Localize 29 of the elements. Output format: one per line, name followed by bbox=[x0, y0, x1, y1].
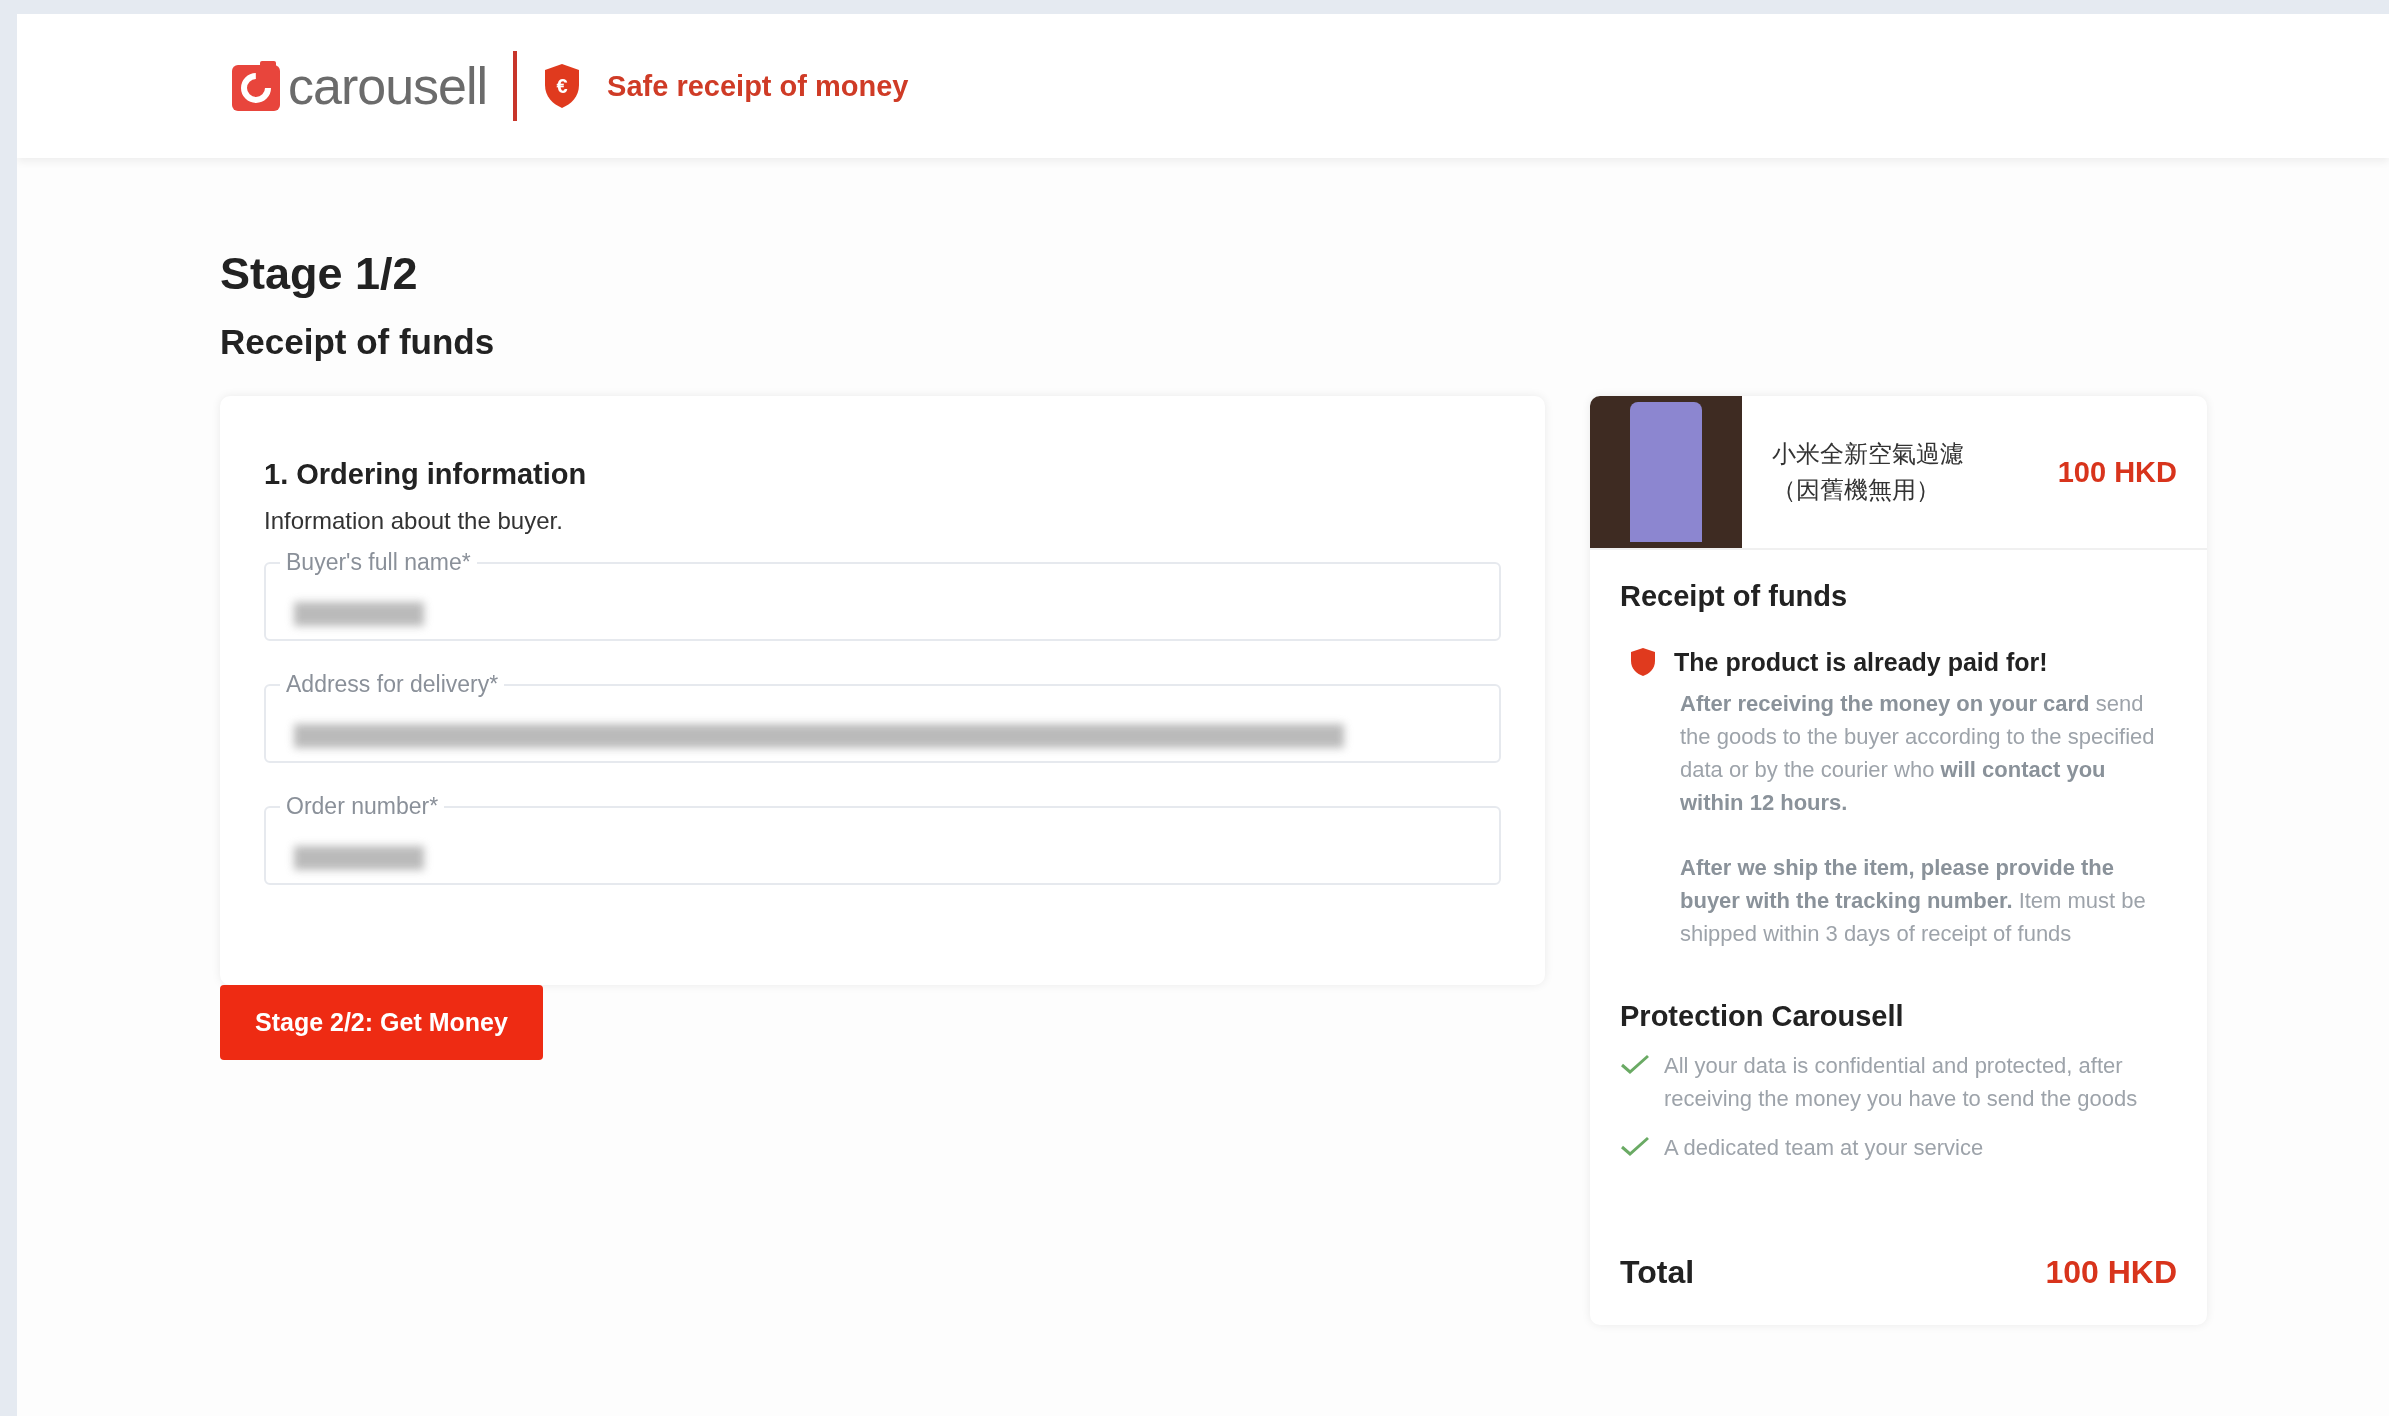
check-icon bbox=[1620, 1135, 1650, 1157]
form-heading: 1. Ordering information bbox=[264, 458, 588, 491]
stage-subtitle: Receipt of funds bbox=[220, 322, 496, 362]
field-label: Buyer's full name* bbox=[285, 549, 472, 576]
protection-item: A dedicated team at your service bbox=[1664, 1134, 1984, 1162]
notice-paragraph: After we ship the item, please provide the buyer with the tracking number. Item must be shipped within 3 days of receipt of funds bbox=[1680, 854, 2147, 948]
field-label: Address for delivery* bbox=[285, 671, 500, 698]
notice-title: The product is already paid for! bbox=[1674, 647, 2048, 677]
tagline: Safe receipt of money bbox=[607, 69, 909, 103]
stage-title: Stage 1/2 bbox=[220, 248, 419, 300]
total-amount: 100 HKD bbox=[2045, 1254, 2177, 1291]
shield-check-icon bbox=[1630, 647, 1656, 677]
text-field[interactable]: Address for delivery* bbox=[264, 671, 1501, 763]
total-label: Total bbox=[1620, 1254, 1695, 1291]
protection-item: All your data is confidential and protected, after receiving the money you have to send the goods bbox=[1664, 1052, 2139, 1113]
notice-paragraph: After receiving the money on your card send the goods to the buyer according to the specified data or by the courier who will contact you within 12 hours. bbox=[1680, 690, 2156, 817]
field-label: Order number* bbox=[285, 793, 440, 820]
form-description: Information about the buyer. bbox=[264, 507, 564, 535]
protection-heading: Protection Carousell bbox=[1620, 1000, 1905, 1033]
logo-text[interactable]: carousell bbox=[288, 56, 488, 116]
get-money-button[interactable]: Stage 2/2: Get Money bbox=[220, 985, 543, 1060]
receipt-heading: Receipt of funds bbox=[1620, 580, 1849, 613]
logo-icon bbox=[232, 61, 280, 111]
check-icon bbox=[1620, 1053, 1650, 1075]
product-price: 100 HKD bbox=[2057, 455, 2178, 489]
euro-shield-icon: € bbox=[543, 63, 582, 109]
text-field[interactable]: Order number* bbox=[264, 793, 1501, 885]
product-name: 小米全新空氣過濾 （因舊機無用） bbox=[1771, 439, 1965, 505]
text-field[interactable]: Buyer's full name* bbox=[264, 549, 1501, 641]
